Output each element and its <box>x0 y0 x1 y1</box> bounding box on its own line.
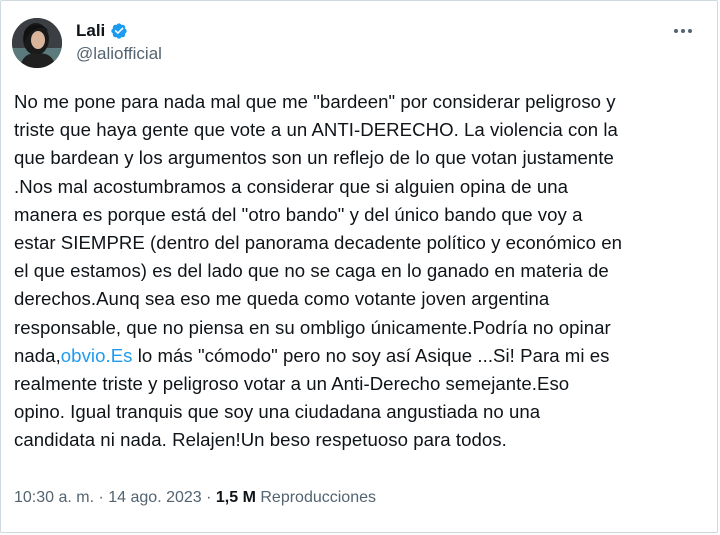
tweet-meta: 10:30 a. m. · 14 ago. 2023 · 1,5 M Repro… <box>14 487 376 509</box>
tweet-line: manera es porque está del "otro bando" y… <box>14 201 714 229</box>
tweet-line: realmente triste y peligroso votar a un … <box>14 370 714 398</box>
meta-separator: · <box>94 489 109 506</box>
tweet-text-segment: estar SIEMPRE (dentro del panorama decad… <box>14 232 623 254</box>
name-row: Lali <box>76 21 162 41</box>
tweet-text-segment: lo más "cómodo" pero no soy así Asique .… <box>132 344 610 366</box>
tweet-header: Lali @laliofficial <box>12 17 701 69</box>
display-name[interactable]: Lali <box>76 21 105 41</box>
tweet-line: estar SIEMPRE (dentro del panorama decad… <box>14 229 714 257</box>
tweet-line: responsable, que no piensa en su ombligo… <box>14 314 714 342</box>
tweet-line: que bardean y los argumentos son un refl… <box>14 144 714 172</box>
tweet-time[interactable]: 10:30 a. m. <box>14 489 94 506</box>
tweet-line: .Nos mal acostumbramos a considerar que … <box>14 173 714 201</box>
tweet-line: opino. Igual tranquis que soy una ciudad… <box>14 398 714 426</box>
avatar-image <box>12 18 62 68</box>
tweet-text: No me pone para nada mal que me "bardeen… <box>14 88 714 455</box>
user-handle[interactable]: @laliofficial <box>76 43 162 65</box>
tweet-line: candidata ni nada. Relajen!Un beso respe… <box>14 426 714 454</box>
tweet-text-segment: triste que haya gente que vote a un ANTI… <box>14 119 618 141</box>
tweet-text-segment: responsable, que no piensa en su ombligo… <box>14 316 611 338</box>
tweet-text-segment: que bardean y los argumentos son un refl… <box>14 147 614 169</box>
tweet-text-segment: No me pone para nada mal que me "bardeen… <box>14 91 616 112</box>
meta-separator: · <box>201 489 216 506</box>
views-count: 1,5 M <box>215 489 256 506</box>
more-options-icon[interactable] <box>669 19 697 43</box>
tweet-line: derechos.Aunq sea eso me queda como vota… <box>14 285 714 313</box>
tweet-line: triste que haya gente que vote a un ANTI… <box>14 116 714 144</box>
tweet-link[interactable]: obvio.Es <box>61 345 133 366</box>
author-names: Lali @laliofficial <box>76 21 162 65</box>
tweet-text-segment: opino. Igual tranquis que soy una ciudad… <box>14 401 541 423</box>
profile-avatar[interactable] <box>12 18 62 68</box>
tweet-text-segment: realmente triste y peligroso votar a un … <box>14 373 570 395</box>
tweet-card: Lali @laliofficial No me pone para nada … <box>0 0 718 533</box>
tweet-line: nada,obvio.Es lo más "cómodo" pero no so… <box>14 342 714 370</box>
tweet-text-segment: candidata ni nada. Relajen!Un beso respe… <box>14 429 507 451</box>
verified-badge-icon <box>110 22 128 40</box>
tweet-text-segment: nada, <box>14 344 61 366</box>
tweet-text-segment: manera es porque está del "otro bando" y… <box>14 203 583 225</box>
tweet-line: No me pone para nada mal que me "bardeen… <box>14 88 714 116</box>
tweet-date[interactable]: 14 ago. 2023 <box>108 489 201 506</box>
tweet-text-segment: el que estamos) es del lado que no se ca… <box>14 260 609 282</box>
tweet-text-segment: .Nos mal acostumbramos a considerar que … <box>14 175 569 197</box>
tweet-line: el que estamos) es del lado que no se ca… <box>14 257 714 285</box>
tweet-text-segment: derechos.Aunq sea eso me queda como vota… <box>14 288 550 310</box>
views-label: Reproducciones <box>260 489 376 506</box>
